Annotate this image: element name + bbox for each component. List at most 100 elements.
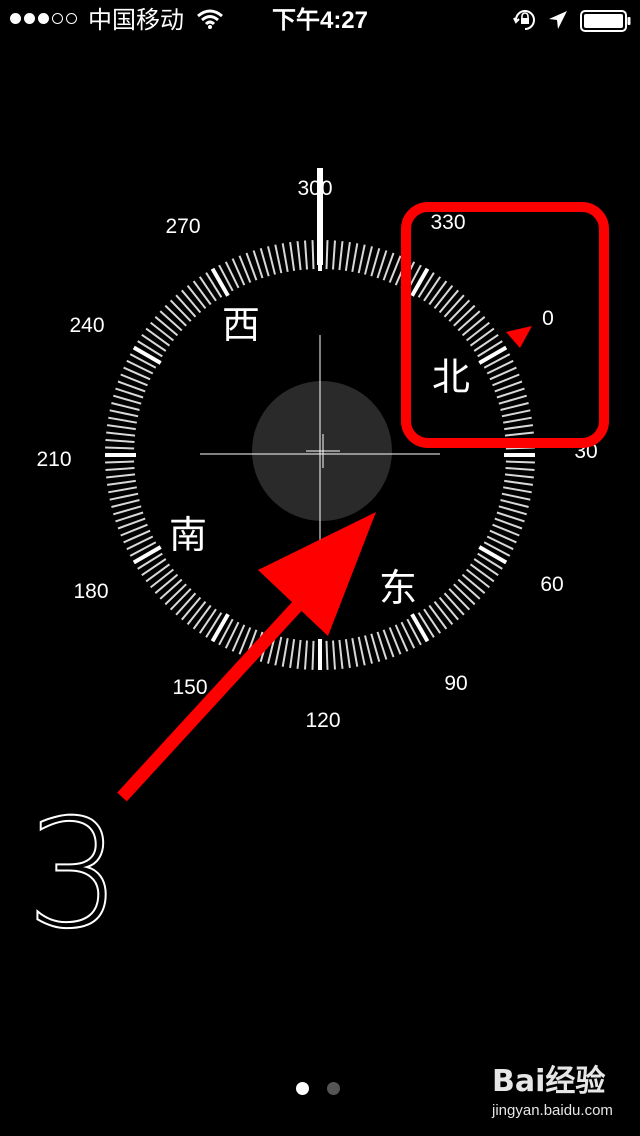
dial-minor-tick — [106, 473, 136, 479]
dial-minor-tick — [109, 409, 139, 418]
dial-minor-tick — [106, 424, 136, 431]
cardinal-east: 东 — [379, 566, 417, 610]
dial-minor-tick — [504, 424, 534, 431]
dial-minor-tick — [106, 479, 136, 486]
dial-minor-tick — [289, 241, 296, 271]
dial-minor-tick — [505, 460, 535, 464]
dial-minor-tick — [105, 467, 135, 471]
dial-minor-tick — [296, 639, 302, 669]
page-dot-1[interactable] — [296, 1082, 309, 1095]
dial-minor-tick — [503, 416, 532, 424]
dial-minor-tick — [164, 583, 187, 606]
dial-minor-tick — [181, 596, 202, 621]
dial-minor-tick — [192, 280, 212, 306]
dial-minor-tick — [433, 600, 454, 626]
watermark-url: jingyan.baidu.com — [492, 1102, 613, 1119]
dial-number-150: 150 — [172, 676, 207, 699]
dial-minor-tick — [175, 592, 197, 616]
dial-minor-tick — [338, 639, 344, 669]
dial-minor-tick — [105, 446, 135, 450]
dial-number-240: 240 — [69, 314, 104, 337]
page-indicator[interactable] — [296, 1082, 340, 1095]
north-marker-icon — [506, 326, 532, 348]
dial-minor-tick — [311, 640, 315, 670]
compass: 300 330 0 30 60 90 120 150 180 210 240 2… — [36, 168, 609, 802]
dial-minor-tick — [448, 299, 471, 322]
dial-major-tick — [132, 545, 162, 565]
dial-minor-tick — [325, 640, 329, 670]
dial-minor-tick — [109, 492, 139, 501]
dial-minor-tick — [443, 294, 465, 318]
annotation-arrow-shaft — [117, 598, 305, 802]
dial-minor-tick — [175, 294, 197, 318]
dial-minor-tick — [473, 558, 499, 577]
cardinal-west: 西 — [222, 303, 260, 347]
watermark: Bai经验 jingyan.baidu.com — [492, 1062, 632, 1128]
dial-minor-tick — [259, 248, 270, 277]
dial-minor-tick — [145, 563, 171, 583]
dial-minor-tick — [453, 304, 476, 327]
dial-minor-tick — [469, 563, 495, 583]
dial-number-330: 330 — [430, 211, 465, 234]
dial-minor-tick — [498, 394, 527, 405]
dial-minor-tick — [164, 304, 187, 327]
dial-minor-tick — [154, 316, 179, 337]
dial-minor-tick — [192, 604, 212, 630]
dial-minor-tick — [111, 499, 140, 508]
dial-minor-tick — [311, 240, 315, 270]
dial-number-300: 300 — [297, 177, 332, 200]
dial-minor-tick — [141, 333, 167, 352]
dial-minor-tick — [198, 276, 217, 302]
dial-minor-tick — [274, 636, 283, 666]
dial-minor-tick — [105, 460, 135, 464]
dial-minor-tick — [338, 241, 344, 271]
dial-minor-tick — [501, 492, 531, 501]
dial-minor-tick — [504, 473, 534, 479]
dial-minor-tick — [357, 636, 366, 666]
dial-minor-tick — [105, 439, 135, 443]
dial-minor-tick — [113, 394, 142, 405]
dial-minor-tick — [304, 640, 308, 670]
dial-minor-tick — [457, 310, 481, 332]
dial-minor-tick — [304, 240, 308, 270]
dial-minor-tick — [438, 596, 459, 621]
dial-minor-tick — [351, 638, 359, 667]
dial-minor-tick — [169, 299, 192, 322]
dial-minor-tick — [465, 321, 491, 342]
dial-minor-tick — [357, 244, 366, 274]
cardinal-north: 北 — [432, 355, 470, 399]
dial-major-tick — [410, 613, 430, 643]
dial-minor-tick — [500, 499, 529, 508]
cardinal-south: 南 — [169, 513, 207, 557]
dial-minor-tick — [364, 635, 373, 664]
dial-minor-tick — [149, 568, 175, 589]
dial-minor-tick — [111, 402, 140, 411]
dial-minor-tick — [113, 505, 142, 516]
dial-number-60: 60 — [540, 573, 563, 596]
dial-minor-tick — [198, 608, 217, 634]
dial-minor-tick — [344, 639, 351, 669]
dial-minor-tick — [438, 289, 459, 314]
dial-minor-tick — [448, 588, 471, 611]
dial-minor-tick — [108, 416, 137, 424]
dial-minor-tick — [186, 600, 207, 626]
dial-minor-tick — [505, 467, 535, 471]
dial-minor-tick — [332, 240, 336, 270]
dial-minor-tick — [473, 333, 499, 352]
dial-minor-tick — [106, 431, 136, 437]
dial-minor-tick — [428, 604, 448, 630]
dial-minor-tick — [503, 486, 532, 494]
dial-minor-tick — [159, 310, 183, 332]
dial-minor-tick — [428, 280, 448, 306]
dial-minor-tick — [332, 640, 336, 670]
dial-major-tick — [410, 267, 430, 297]
dial-minor-tick — [504, 431, 534, 437]
page-dot-2[interactable] — [327, 1082, 340, 1095]
dial-minor-tick — [443, 592, 465, 616]
step-number: 3 — [25, 788, 122, 962]
dial-minor-tick — [370, 633, 381, 662]
dial-minor-tick — [296, 241, 302, 271]
dial-minor-tick — [423, 608, 442, 634]
dial-number-180: 180 — [73, 580, 108, 603]
dial-minor-tick — [149, 321, 175, 342]
